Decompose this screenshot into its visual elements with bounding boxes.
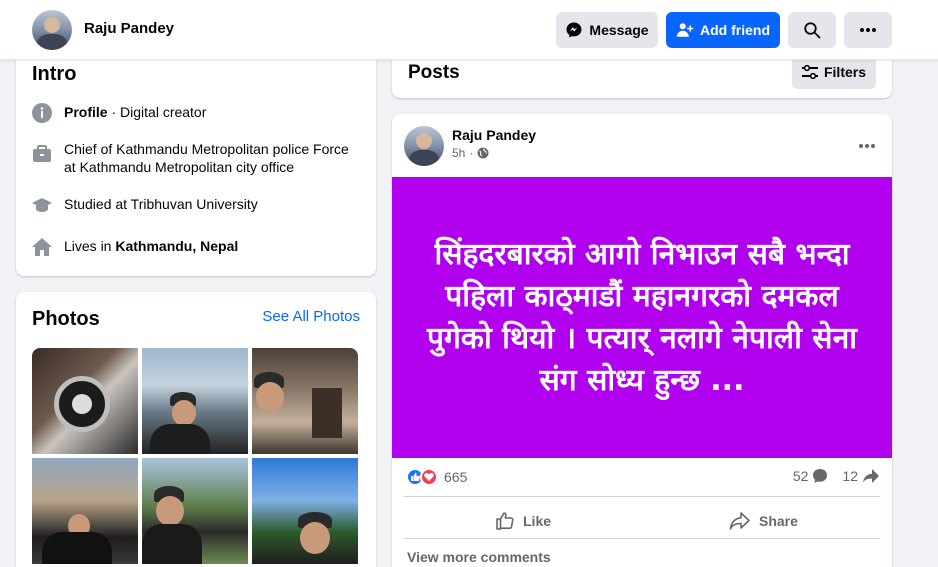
divider: [404, 538, 880, 539]
photo-thumbnail[interactable]: [252, 348, 358, 454]
posts-title: Posts: [408, 62, 460, 83]
globe-icon: [477, 147, 489, 159]
more-icon: [859, 144, 875, 148]
add-friend-button[interactable]: Add friend: [666, 12, 780, 48]
share-count: 12: [842, 468, 858, 484]
briefcase-icon: [33, 145, 51, 162]
share-count-link[interactable]: 12: [842, 468, 880, 484]
messenger-icon: [566, 22, 582, 38]
info-icon: [32, 103, 52, 123]
photos-card: Photos See All Photos: [16, 292, 376, 567]
work-line-2: at Kathmandu Metropolitan city office: [64, 159, 295, 175]
post-timestamp[interactable]: 5h: [452, 146, 465, 160]
intro-lives-row: Lives in Kathmandu, Nepal: [32, 237, 238, 257]
reactions-summary[interactable]: 665: [406, 468, 467, 486]
intro-work-row: Chief of Kathmandu Metropolitan police F…: [32, 140, 349, 176]
intro-title: Intro: [32, 63, 77, 85]
message-label: Message: [589, 22, 649, 38]
photos-title: Photos: [32, 308, 100, 330]
post-author-name[interactable]: Raju Pandey: [452, 127, 536, 143]
post-text-banner[interactable]: सिंहदरबारको आगो निभाउन सबै भन्दा पहिला क…: [392, 177, 892, 458]
share-arrow-icon: [863, 469, 879, 483]
love-reaction-icon: [420, 468, 438, 486]
add-person-icon: [676, 23, 694, 37]
message-button[interactable]: Message: [556, 12, 658, 48]
photo-thumbnail[interactable]: [252, 458, 358, 564]
like-label: Like: [523, 513, 552, 529]
graduation-cap-icon: [32, 198, 52, 212]
profile-avatar[interactable]: [32, 10, 72, 50]
add-friend-label: Add friend: [700, 22, 770, 38]
profile-name[interactable]: Raju Pandey: [84, 20, 174, 37]
work-line-1: Chief of Kathmandu Metropolitan police F…: [64, 141, 349, 157]
post-banner-text: सिंहदरबारको आगो निभाउन सबै भन्दा पहिला क…: [427, 236, 857, 398]
share-button[interactable]: Share: [729, 504, 798, 538]
lives-prefix: Lives in: [64, 238, 116, 254]
more-icon: [860, 28, 876, 32]
profile-label: Profile: [64, 104, 108, 120]
post-author-avatar[interactable]: [404, 126, 444, 166]
intro-education-row: Studied at Tribhuvan University: [32, 195, 258, 215]
lives-place[interactable]: Kathmandu, Nepal: [115, 238, 238, 254]
search-icon: [804, 22, 821, 39]
share-label: Share: [759, 513, 798, 529]
comment-count: 52: [792, 468, 809, 484]
comment-count-link[interactable]: 52: [793, 468, 829, 484]
profile-category: · Digital creator: [107, 104, 207, 120]
intro-card: Intro Profile · Digital creator Chief of…: [16, 45, 376, 276]
filters-icon: [801, 65, 818, 79]
search-button[interactable]: [788, 12, 836, 48]
post-card: Raju Pandey 5h · सिंहदरबारको आगो निभाउन …: [392, 114, 892, 567]
intro-profile-row: Profile · Digital creator: [32, 103, 206, 123]
filters-button[interactable]: Filters: [792, 55, 876, 89]
home-icon: [32, 238, 52, 256]
thumbs-up-icon: [496, 512, 514, 530]
filters-label: Filters: [823, 64, 866, 80]
post-options-button[interactable]: [858, 136, 876, 154]
photo-thumbnail[interactable]: [142, 348, 248, 454]
education-text: Studied at Tribhuvan University: [64, 196, 258, 212]
comment-icon: [813, 469, 828, 483]
photo-thumbnail[interactable]: [32, 348, 138, 454]
engagement-counts: 52 12: [793, 468, 880, 484]
photo-thumbnail[interactable]: [142, 458, 248, 564]
reaction-count: 665: [444, 469, 468, 485]
share-icon: [729, 512, 750, 530]
profile-header-bar: Raju Pandey Message Add friend: [0, 0, 938, 60]
like-button[interactable]: Like: [495, 504, 551, 538]
see-all-photos-link[interactable]: See All Photos: [262, 308, 360, 325]
more-options-button[interactable]: [844, 12, 892, 48]
view-more-comments-link[interactable]: View more comments: [407, 549, 551, 565]
post-meta: 5h ·: [452, 146, 489, 160]
divider: [404, 496, 880, 497]
photo-thumbnail[interactable]: [32, 458, 138, 564]
